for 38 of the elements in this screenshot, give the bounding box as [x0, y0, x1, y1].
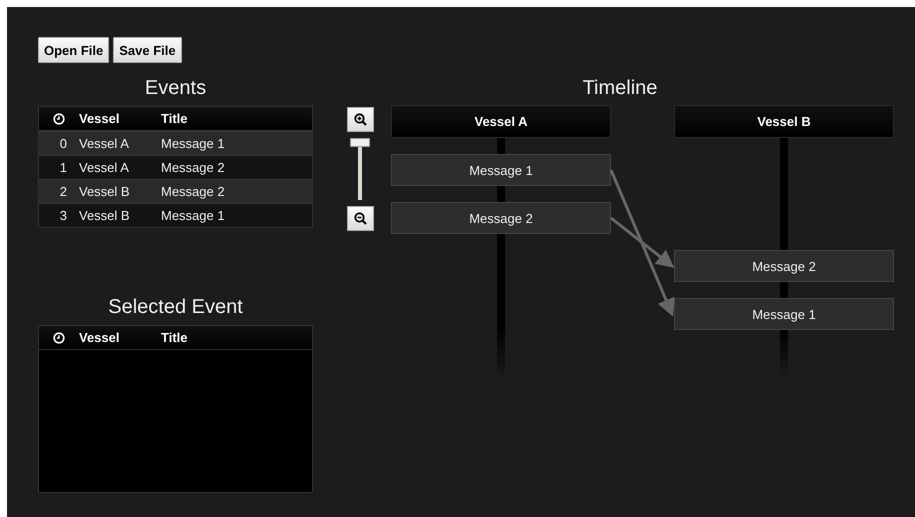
message-block[interactable]: Message 1: [674, 298, 894, 330]
event-row[interactable]: 2 Vessel B Message 2: [39, 179, 312, 203]
message-block[interactable]: Message 2: [674, 250, 894, 282]
lane-header: Vessel A: [391, 105, 611, 138]
clock-icon: [53, 332, 65, 344]
index-cell-text: 2: [58, 184, 68, 199]
title-cell-text: Message 2: [161, 184, 226, 199]
message-block[interactable]: Message 2: [391, 202, 611, 234]
vessel-cell-text: Vessel B: [79, 208, 131, 223]
message-block[interactable]: Message 1: [391, 154, 611, 186]
zoom-in-button[interactable]: [346, 107, 374, 132]
title-cell-text: Message 2: [161, 160, 226, 175]
events-heading: Events: [144, 77, 208, 100]
vessel-cell-text: Vessel A: [79, 136, 130, 151]
event-row[interactable]: 3 Vessel B Message 1: [39, 203, 312, 227]
timeline-heading: Timeline: [582, 77, 658, 100]
slider-thumb[interactable]: [350, 138, 370, 147]
event-row[interactable]: 1 Vessel A Message 2: [39, 155, 312, 179]
file-button[interactable]: Open File: [38, 37, 110, 63]
title-cell-text: Message 1: [161, 136, 226, 151]
index-cell-text: 3: [58, 208, 68, 223]
lane-header: Vessel B: [674, 105, 894, 138]
zoom-out-button[interactable]: [346, 206, 374, 231]
title-cell-text: Message 1: [161, 208, 226, 223]
selected-event-heading: Selected Event: [107, 296, 244, 319]
index-cell-text: 0: [58, 136, 68, 151]
event-row[interactable]: 0 Vessel A Message 1: [39, 131, 312, 155]
column-header[interactable]: Title: [161, 111, 312, 126]
vessel-cell-text: Vessel B: [79, 184, 131, 199]
clock-icon: [53, 112, 65, 124]
vessel-cell-text: Vessel A: [79, 160, 130, 175]
column-header[interactable]: Vessel: [79, 330, 161, 345]
zoom-out-icon: [354, 212, 366, 225]
index-cell-text: 1: [58, 160, 68, 175]
zoom-in-icon: [354, 113, 366, 126]
column-header[interactable]: Title: [161, 330, 312, 345]
file-button[interactable]: Save File: [113, 37, 182, 63]
column-header[interactable]: Vessel: [79, 111, 161, 126]
